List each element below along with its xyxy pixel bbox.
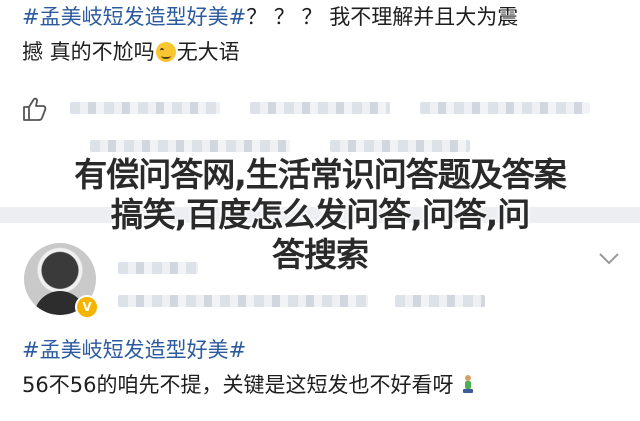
hashtag-link[interactable]: #孟美岐短发造型好美# <box>22 5 246 29</box>
blurred-info <box>420 102 590 114</box>
blurred-username <box>118 262 198 274</box>
watermark-overlay: 有偿问答网,生活常识问答题及答案 搞笑,百度怎么发问答,问答,问 答搜索 <box>0 155 640 275</box>
blurred-info <box>330 140 470 152</box>
blurred-info <box>250 102 390 114</box>
hashtag-link[interactable]: #孟美岐短发造型好美# <box>22 338 246 362</box>
chevron-down-icon[interactable] <box>598 252 620 266</box>
thumbs-up-icon[interactable] <box>22 96 48 122</box>
post-text-line2: 撼 真的不尬吗 <box>22 40 155 64</box>
blurred-meta <box>118 295 368 307</box>
post-text-line1: ？ ？ ？ 我不理解并且大为震 <box>246 5 519 29</box>
grinning-sweat-emoji-icon <box>155 42 176 62</box>
post-body-1: #孟美岐短发造型好美#？ ？ ？ 我不理解并且大为震 撼 真的不尬吗 无大语 <box>22 0 622 70</box>
blurred-info <box>90 140 290 152</box>
blurred-info <box>70 102 220 114</box>
watermark-line: 搞笑,百度怎么发问答,问答,问 <box>110 195 531 234</box>
post-text: 56不56的咱先不提，关键是这短发也不好看呀 <box>22 373 454 397</box>
watermark-line: 答搜索 <box>272 235 369 274</box>
blurred-meta <box>395 295 485 307</box>
post-text-line2-end: 无大语 <box>176 40 240 64</box>
watermark-line: 有偿问答网,生活常识问答题及答案 <box>74 155 567 194</box>
verified-badge-icon: V <box>75 295 99 319</box>
post-body-2: #孟美岐短发造型好美# 56不56的咱先不提，关键是这短发也不好看呀 <box>22 333 622 403</box>
kneeling-person-emoji-icon <box>463 375 474 393</box>
